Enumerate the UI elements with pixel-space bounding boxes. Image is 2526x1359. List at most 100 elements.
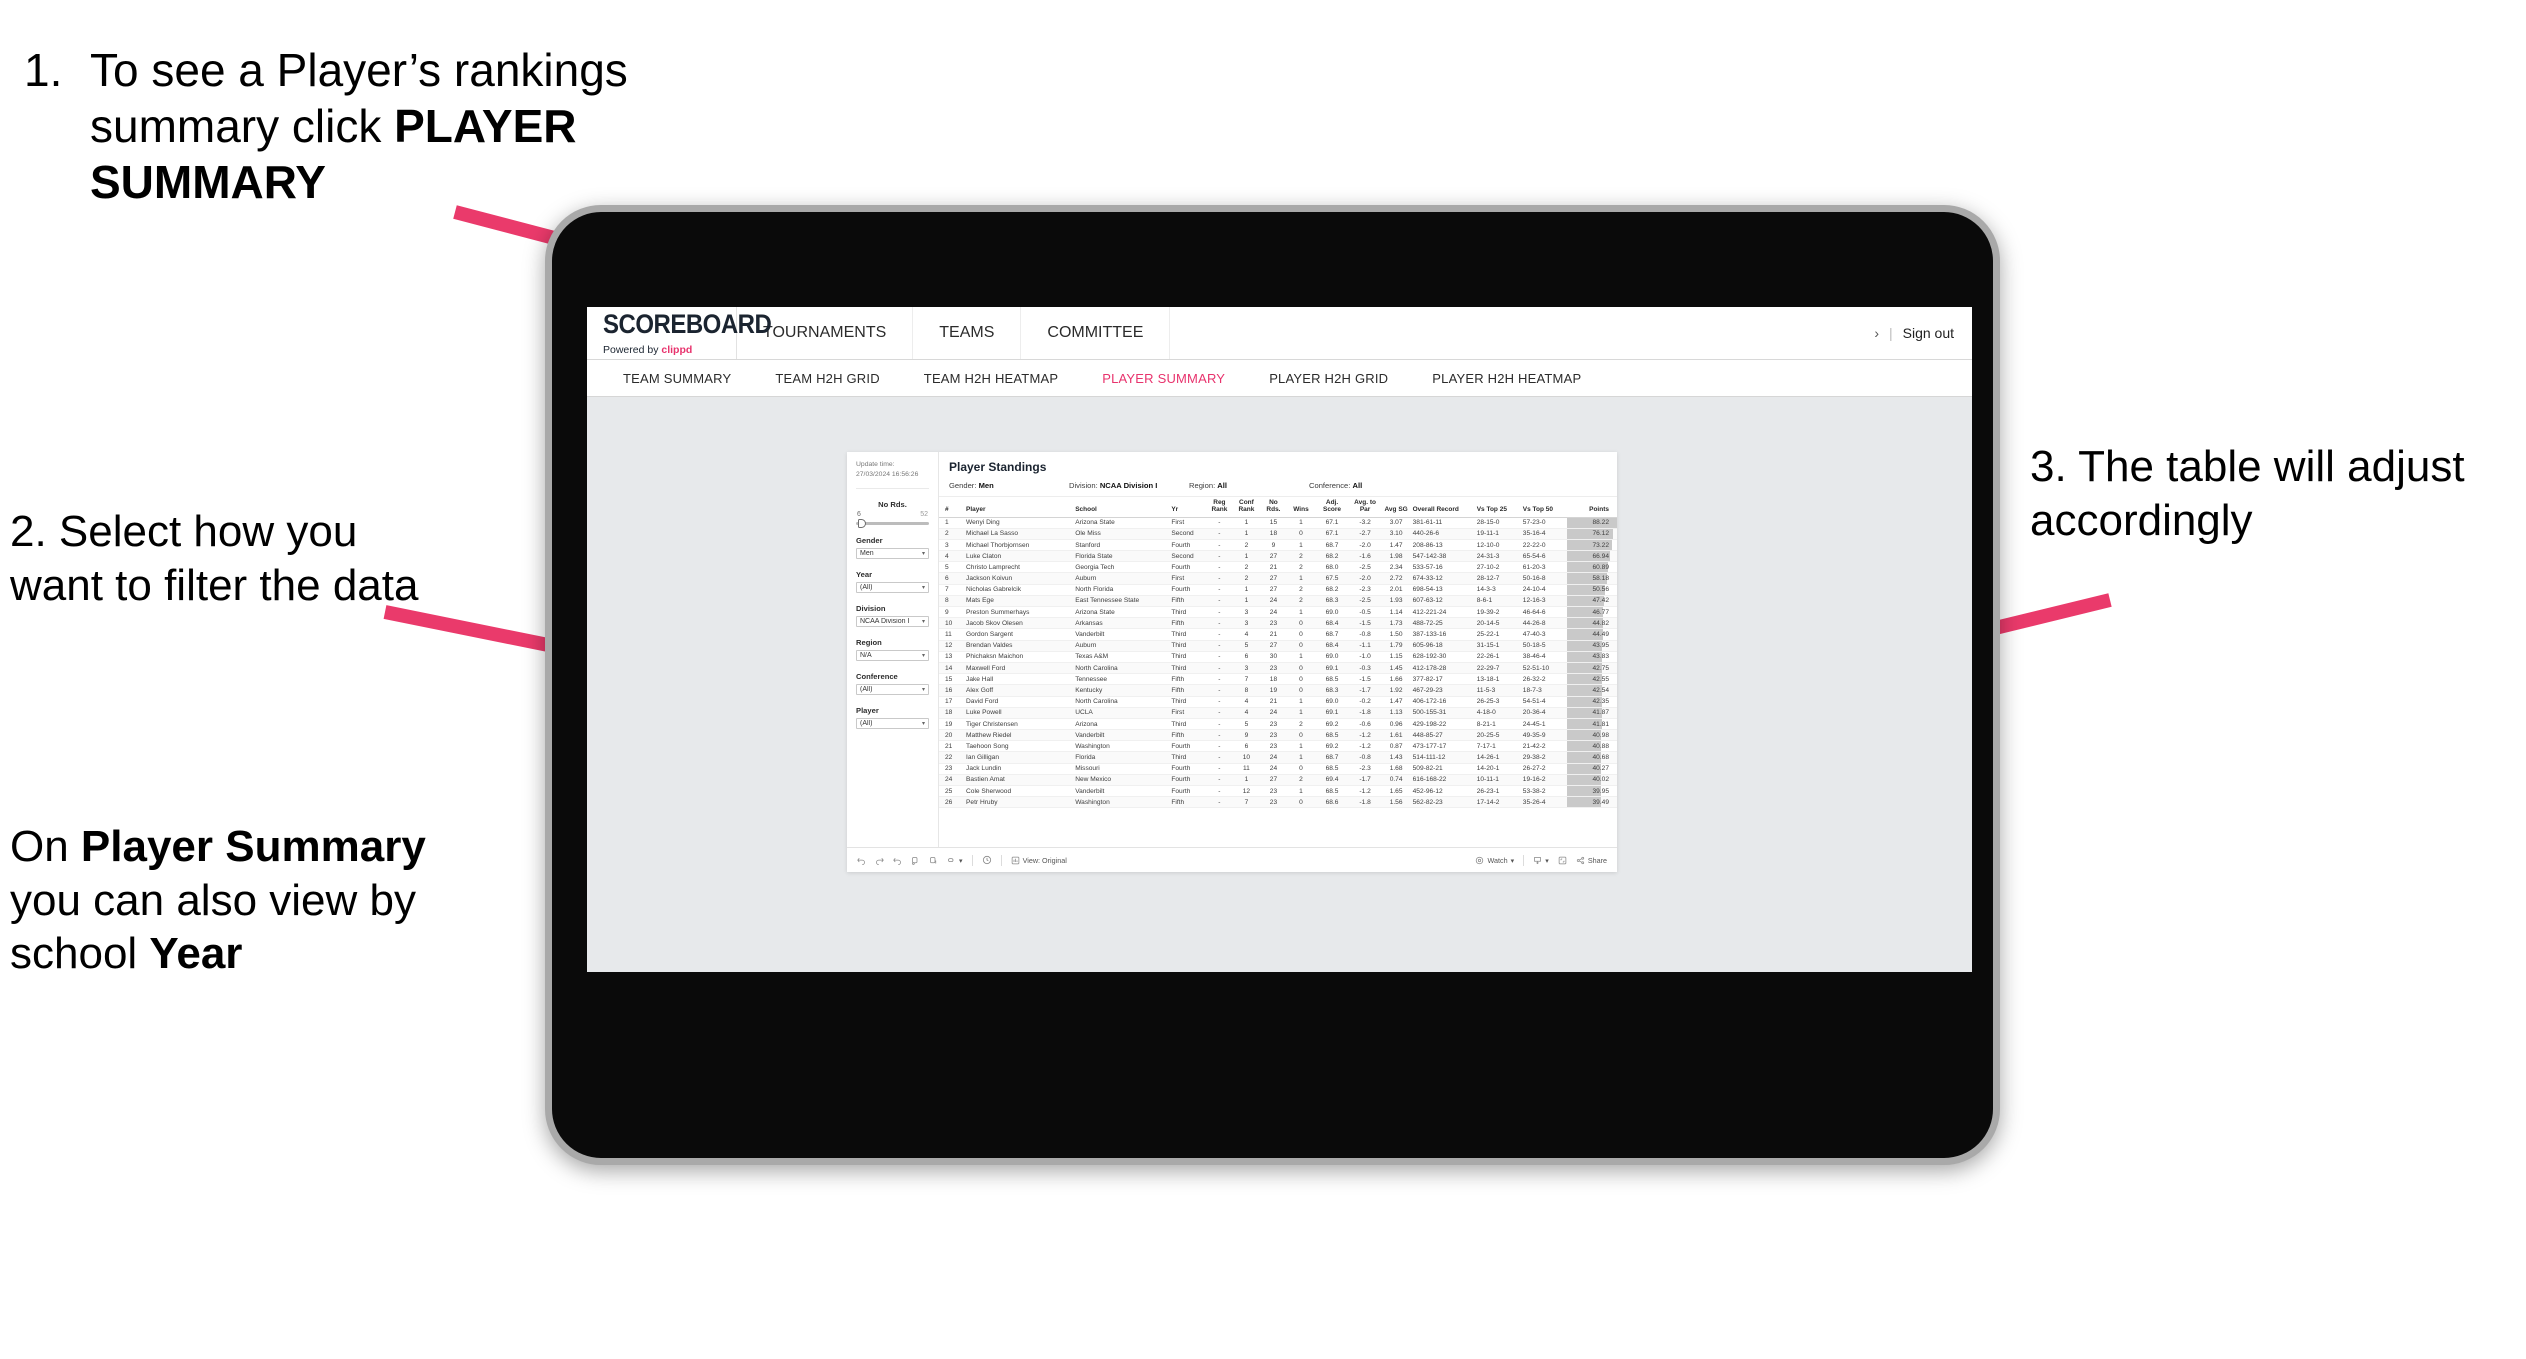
col-school[interactable]: School: [1073, 497, 1170, 518]
col-reg-rank[interactable]: Reg Rank: [1206, 497, 1233, 518]
table-row[interactable]: 15 Jake Hall Tennessee Fifth -7 18 0 68.5 -1.5 1.…: [939, 673, 1617, 686]
chevron-down-icon: ▾: [921, 652, 925, 659]
cell-school: Vanderbilt: [1073, 729, 1170, 742]
download-button[interactable]: ▾: [1533, 856, 1549, 865]
cell-vs-top-25: 31-15-1: [1474, 640, 1521, 652]
standings-table-scroll[interactable]: # Player School Yr Reg Rank Conf Rank No…: [939, 497, 1617, 847]
meta-region-value: All: [1217, 481, 1228, 490]
table-row[interactable]: 7 Nicholas Gabrelcik North Florida Fourth -1…: [939, 584, 1617, 596]
undo-icon[interactable]: [857, 856, 866, 865]
table-row[interactable]: 4 Luke Claton Florida State Second -1 27 2 68.2…: [939, 550, 1617, 563]
refresh-caret-icon[interactable]: ▾: [959, 856, 963, 865]
table-row[interactable]: 9 Preston Summerhays Arizona State Third -3 2…: [939, 606, 1617, 619]
cell-school: Missouri: [1073, 763, 1170, 775]
no-rds-slider[interactable]: 6 52: [856, 511, 929, 528]
table-row[interactable]: 25 Cole Sherwood Vanderbilt Fourth -12 23 1 68.…: [939, 785, 1617, 798]
meta-conference-value: All: [1352, 481, 1363, 490]
cell-reg-rank: -: [1206, 718, 1233, 731]
cell-adj-score: 69.1: [1315, 707, 1349, 719]
table-row[interactable]: 2 Michael La Sasso Ole Miss Second -1 18 0 67.1…: [939, 528, 1617, 540]
cell-vs-top-25: 26-23-1: [1474, 785, 1521, 798]
filter-region-select[interactable]: N/A ▾: [856, 649, 929, 661]
filter-player-select[interactable]: (All) ▾: [856, 717, 929, 729]
watch-button[interactable]: Watch ▾: [1475, 856, 1514, 865]
col-overall-record[interactable]: Overall Record: [1410, 497, 1475, 518]
col-rank[interactable]: #: [939, 497, 965, 518]
col-wins[interactable]: Wins: [1286, 497, 1316, 518]
col-vs-top-25[interactable]: Vs Top 25: [1474, 497, 1521, 518]
col-player[interactable]: Player: [964, 497, 1074, 518]
pause-icon[interactable]: [911, 856, 920, 865]
cell-conf-rank: 1: [1232, 595, 1261, 608]
tab-team-h2h-heatmap[interactable]: TEAM H2H HEATMAP: [902, 371, 1080, 386]
share-button[interactable]: Share: [1576, 856, 1607, 865]
fullscreen-icon[interactable]: [1558, 856, 1567, 865]
nav-item-teams[interactable]: TEAMS: [913, 307, 1022, 359]
cell-vs-top-25: 28-12-7: [1474, 572, 1521, 585]
tab-player-h2h-grid[interactable]: PLAYER H2H GRID: [1247, 371, 1410, 386]
cell-points: 50.56: [1566, 584, 1617, 596]
view-original-button[interactable]: View: Original: [1011, 856, 1067, 865]
revert-icon[interactable]: [893, 856, 902, 865]
table-row[interactable]: 13 Phichaksn Maichon Texas A&M Third -6 30 1 69…: [939, 651, 1617, 663]
table-row[interactable]: 22 Ian Gilligan Florida Third -10 24 1 68.7 -0.8…: [939, 751, 1617, 764]
table-row[interactable]: 10 Jacob Skov Olesen Arkansas Fifth -3 23 0 68.…: [939, 617, 1617, 630]
refresh-icon[interactable]: ▾: [947, 856, 963, 865]
filter-conference-select[interactable]: (All) ▾: [856, 683, 929, 695]
col-avg-sg[interactable]: Avg SG: [1381, 497, 1411, 518]
col-vs-top-50[interactable]: Vs Top 50: [1520, 497, 1567, 518]
table-row[interactable]: 8 Mats Ege East Tennessee State Fifth -1 24 2 6…: [939, 595, 1617, 608]
cell-yr: Second: [1169, 550, 1207, 563]
sign-out-button[interactable]: Sign out: [1903, 325, 1954, 341]
filter-gender-select[interactable]: Men ▾: [856, 547, 929, 559]
table-row[interactable]: 6 Jackson Koivun Auburn First -2 27 1 67.5 -2.0 2…: [939, 572, 1617, 585]
table-row[interactable]: 5 Christo Lamprecht Georgia Tech Fourth -2 21…: [939, 561, 1617, 574]
table-row[interactable]: 24 Bastien Amat New Mexico Fourth -1 27 2 69.4-…: [939, 774, 1617, 787]
cell-overall-record: 533-57-16: [1410, 561, 1475, 574]
redo-icon[interactable]: [875, 856, 884, 865]
col-yr[interactable]: Yr: [1169, 497, 1207, 518]
table-row[interactable]: 17 David Ford North Carolina Third -4 21 1 69.0…: [939, 696, 1617, 708]
clock-icon[interactable]: [982, 855, 992, 865]
slider-track[interactable]: [856, 518, 929, 528]
cell-school: East Tennessee State: [1073, 595, 1170, 608]
col-no-rds[interactable]: No Rds.: [1260, 497, 1287, 518]
filter-division-select[interactable]: NCAA Division I ▾: [856, 615, 929, 627]
watch-caret-icon[interactable]: ▾: [1511, 856, 1515, 865]
table-row[interactable]: 1 Wenyi Ding Arizona State First -1 15 1 67.1 -3…: [939, 517, 1617, 529]
table-row[interactable]: 12 Brendan Valdes Auburn Third -5 27 0 68.4 -1.1…: [939, 640, 1617, 652]
cell-vs-top-50: 24-45-1: [1520, 718, 1567, 731]
col-conf-rank[interactable]: Conf Rank: [1232, 497, 1261, 518]
col-adj-score[interactable]: Adj. Score: [1315, 497, 1349, 518]
table-row[interactable]: 18 Luke Powell UCLA First -4 24 1 69.1 -1.8 1.13 5…: [939, 707, 1617, 719]
col-points[interactable]: Points: [1566, 497, 1617, 518]
resume-icon[interactable]: [929, 856, 938, 865]
table-row[interactable]: 14 Maxwell Ford North Carolina Third -3 23 0 69…: [939, 662, 1617, 675]
slider-handle[interactable]: [858, 518, 866, 528]
table-row[interactable]: 20 Matthew Riedel Vanderbilt Fifth -9 23 0 68.5…: [939, 729, 1617, 742]
table-row[interactable]: 16 Alex Goff Kentucky Fifth -8 19 0 68.3 -1.7 1.9…: [939, 684, 1617, 697]
toolbar-divider-2: [1000, 854, 1002, 866]
tab-player-summary[interactable]: PLAYER SUMMARY: [1080, 371, 1247, 386]
tab-team-h2h-grid[interactable]: TEAM H2H GRID: [753, 371, 901, 386]
filter-year-select[interactable]: (All) ▾: [856, 581, 929, 593]
table-row[interactable]: 21 Taehoon Song Washington Fourth -6 23 1 69.2-…: [939, 740, 1617, 753]
meta-region: Region: All: [1189, 481, 1309, 490]
table-row[interactable]: 11 Gordon Sargent Vanderbilt Third -4 21 0 68.7…: [939, 628, 1617, 641]
filter-gender: Gender Men ▾: [856, 536, 929, 559]
col-avg-to-par[interactable]: Avg. to Par: [1348, 497, 1382, 518]
filter-year-label: Year: [856, 569, 873, 579]
cell-no-rds: 27: [1260, 550, 1287, 563]
download-caret-icon[interactable]: ▾: [1545, 856, 1549, 865]
cell-avg-sg: 0.87: [1381, 740, 1411, 753]
table-row[interactable]: 26 Petr Hruby Washington Fifth -7 23 0 68.6 -1.8…: [939, 796, 1617, 809]
nav-item-committee[interactable]: COMMITTEE: [1021, 307, 1171, 359]
cell-avg-sg: 1.98: [1381, 550, 1411, 563]
table-row[interactable]: 19 Tiger Christensen Arizona Third -5 23 2 69.2…: [939, 718, 1617, 731]
table-row[interactable]: 23 Jack Lundin Missouri Fourth -11 24 0 68.5 -2.…: [939, 763, 1617, 775]
chevron-right-icon[interactable]: ›: [1874, 325, 1879, 341]
table-row[interactable]: 3 Michael Thorbjornsen Stanford Fourth -2 9 1 6…: [939, 539, 1617, 552]
tab-player-h2h-heatmap[interactable]: PLAYER H2H HEATMAP: [1410, 371, 1603, 386]
page-title: Player Standings: [949, 460, 1047, 474]
tab-team-summary[interactable]: TEAM SUMMARY: [601, 371, 753, 386]
